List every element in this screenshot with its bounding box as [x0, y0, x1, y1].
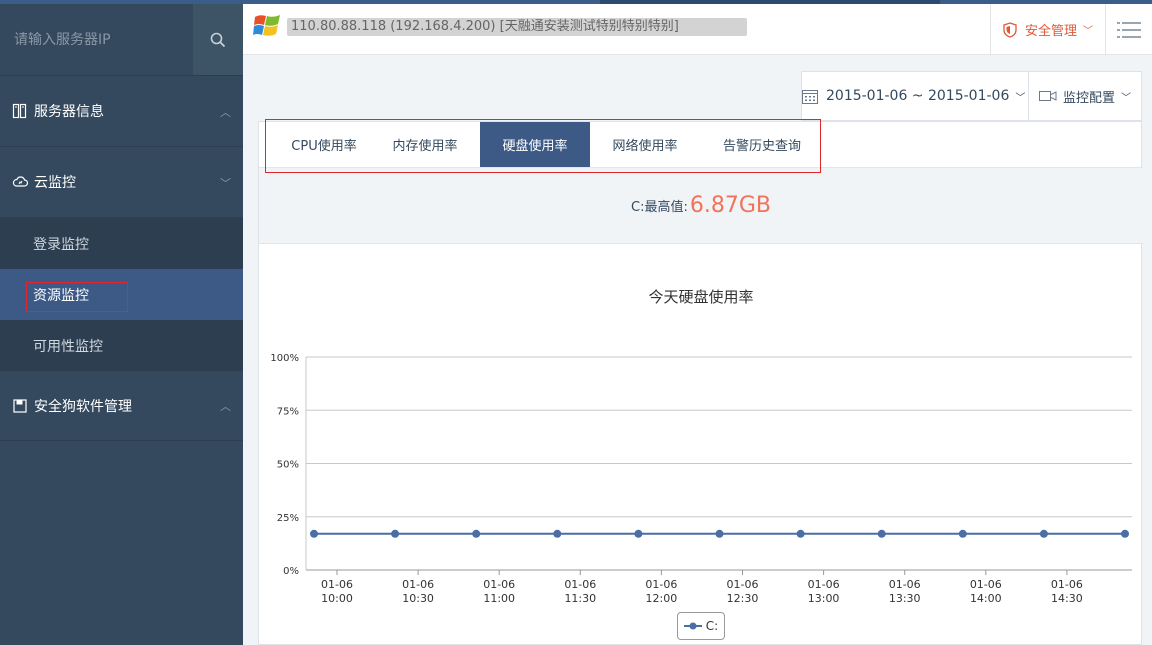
x-tick-label: 01-06	[808, 578, 840, 591]
max-value: 6.87GB	[689, 193, 771, 218]
y-tick-label: 25%	[277, 513, 299, 524]
list-menu-icon	[1117, 21, 1141, 38]
y-tick-label: 50%	[277, 460, 299, 471]
legend-line-marker-icon	[683, 622, 702, 630]
highlight-box-tabs	[265, 119, 821, 173]
x-tick-label: 01-06	[483, 578, 515, 591]
x-tick-label: 01-06	[889, 578, 921, 591]
data-point	[877, 529, 886, 538]
nav-server-info[interactable]: 服务器信息 ︿	[0, 76, 243, 147]
x-tick-label: 01-06	[970, 578, 1002, 591]
x-tick-label: 01-06	[1051, 578, 1083, 591]
data-point	[1121, 529, 1129, 538]
search-icon	[210, 32, 226, 47]
server-search	[0, 4, 243, 76]
x-tick-label: 11:30	[564, 592, 596, 605]
windows-logo-icon	[253, 15, 280, 36]
sidebar: 服务器信息 ︿ 云监控 ﹀ 登录监控 资源监控 可用性监控 安全狗软件管理 ︿	[0, 0, 243, 645]
y-tick-label: 75%	[277, 406, 299, 417]
chevron-down-icon: ﹀	[1121, 92, 1132, 104]
x-tick-label: 11:00	[483, 592, 515, 605]
chevron-down-icon: ﹀	[1015, 92, 1026, 104]
security-management-menu[interactable]: 安全管理 ﹀	[990, 4, 1106, 55]
data-point	[310, 529, 318, 538]
data-point	[472, 529, 481, 538]
x-tick-label: 01-06	[321, 578, 353, 591]
shield-icon	[1003, 21, 1017, 38]
nav-cloud-monitor-label: 云监控	[34, 175, 76, 191]
x-tick-label: 14:00	[970, 592, 1002, 605]
data-point	[796, 529, 805, 538]
chevron-up-icon: ︿	[220, 106, 231, 119]
data-point	[634, 529, 643, 538]
search-button[interactable]	[193, 4, 243, 75]
x-tick-label: 12:30	[727, 592, 759, 605]
highlight-box-resource-monitor	[26, 282, 128, 312]
x-tick-label: 13:00	[808, 592, 840, 605]
security-management-label: 安全管理	[1024, 24, 1077, 39]
top-header: 110.80.88.118 (192.168.4.200) [天融通安装测试特别…	[243, 0, 1152, 55]
data-point	[1039, 529, 1048, 538]
max-value-band: C:最高值: 6.87GB	[259, 168, 1143, 244]
x-tick-label: 10:30	[402, 592, 434, 605]
disk-usage-chart: 今天硬盘使用率 0% 25% 50% 75% 100% 01-06 10:00 01-06 10…	[259, 244, 1143, 645]
monitor-config-button[interactable]: 监控配置 ﹀	[1029, 71, 1142, 121]
y-tick-label: 0%	[283, 566, 299, 577]
x-tick-label: 01-06	[727, 578, 759, 591]
server-ip-search-input[interactable]	[0, 4, 193, 75]
x-tick-label: 10:00	[321, 592, 353, 605]
date-range-picker[interactable]: 2015-01-06 ~ 2015-01-06 ﹀	[801, 71, 1029, 121]
data-point	[958, 529, 967, 538]
x-tick-label: 13:30	[889, 592, 921, 605]
sub-login-monitor-label: 登录监控	[33, 236, 89, 253]
x-tick-label: 01-06	[402, 578, 434, 591]
data-point	[391, 529, 400, 538]
monitor-panel: CPU使用率 内存使用率 硬盘使用率 网络使用率 告警历史查询 C:最高值: 6…	[258, 121, 1143, 645]
nav-safedog-software[interactable]: 安全狗软件管理 ︿	[0, 371, 243, 441]
sub-availability-monitor-label: 可用性监控	[33, 338, 103, 355]
x-tick-label: 12:00	[646, 592, 678, 605]
y-tick-label: 100%	[270, 353, 299, 364]
server-rack-icon	[12, 103, 28, 119]
floppy-disk-icon	[12, 398, 28, 414]
chevron-down-icon: ﹀	[1083, 26, 1093, 37]
chevron-down-icon: ﹀	[220, 177, 231, 190]
menu-list-button[interactable]	[1106, 4, 1152, 55]
x-tick-label: 01-06	[645, 578, 677, 591]
nav-safedog-software-label: 安全狗软件管理	[34, 398, 132, 415]
nav-server-info-label: 服务器信息	[34, 104, 104, 120]
server-title: 110.80.88.118 (192.168.4.200) [天融通安装测试特别…	[287, 18, 747, 36]
legend-label: C:	[705, 619, 719, 633]
sub-login-monitor[interactable]: 登录监控	[0, 218, 243, 269]
chart-svg: 0%25%50%75%100%01-0610:0001-0610:3001-06…	[270, 353, 1132, 605]
video-camera-icon	[1039, 91, 1057, 101]
max-value-label: C:最高值:	[631, 200, 688, 215]
data-point	[553, 529, 562, 538]
cloud-icon	[12, 174, 28, 190]
main-content: 2015-01-06 ~ 2015-01-06 ﹀ 监控配置 ﹀ CPU使用率 …	[243, 55, 1152, 645]
sub-availability-monitor[interactable]: 可用性监控	[0, 320, 243, 371]
x-tick-label: 01-06	[564, 578, 596, 591]
header-accent-dark	[600, 0, 940, 4]
nav-cloud-monitor[interactable]: 云监控 ﹀	[0, 147, 243, 218]
data-point	[715, 529, 724, 538]
date-range-value: 2015-01-06 ~ 2015-01-06	[826, 88, 1010, 104]
monitor-config-label: 监控配置	[1063, 90, 1116, 106]
calendar-icon	[802, 89, 818, 104]
chevron-up-icon: ︿	[220, 400, 231, 413]
chart-legend[interactable]: C:	[677, 612, 725, 640]
x-tick-label: 14:30	[1051, 592, 1083, 605]
